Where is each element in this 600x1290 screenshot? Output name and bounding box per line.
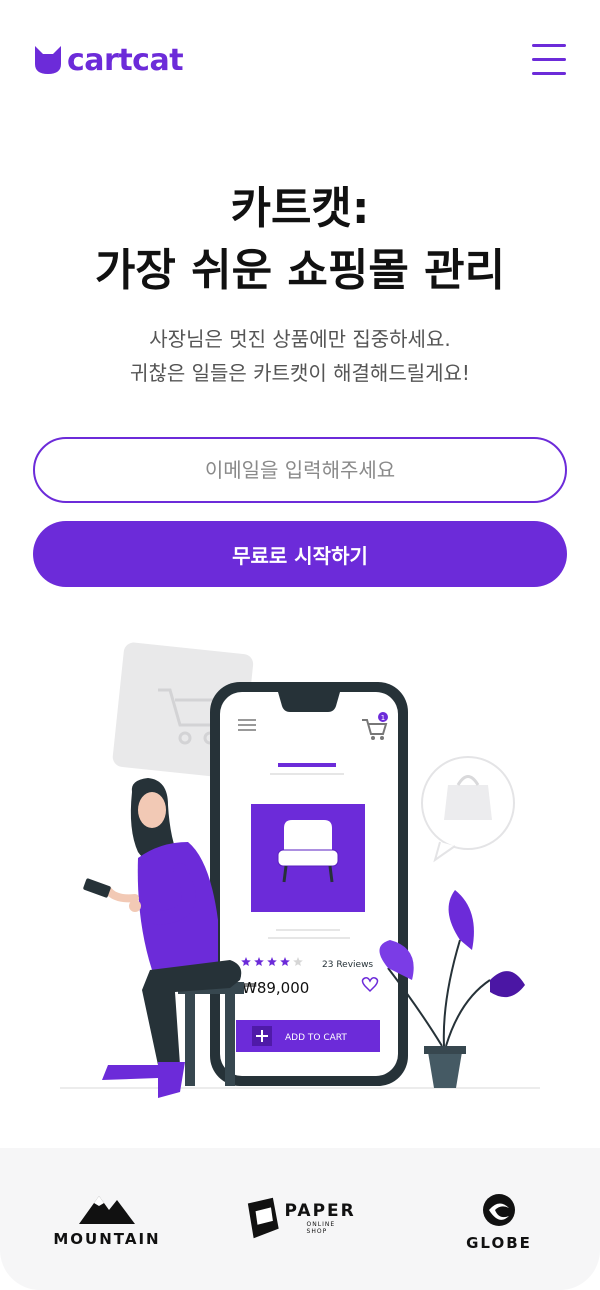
partner-mountain: MOUNTAIN bbox=[50, 1192, 164, 1252]
hero-subtitle-line2: 귀찮은 일들은 카트캣이 해결해드릴게요! bbox=[130, 361, 470, 385]
partner-logos: MOUNTAIN PAPER ONLINE SHOP GLOBE bbox=[0, 1148, 600, 1290]
brand-name: cartcat bbox=[67, 42, 184, 78]
email-input[interactable] bbox=[33, 437, 567, 503]
partner-name-paper: PAPER bbox=[284, 1201, 356, 1221]
partner-name-mountain: MOUNTAIN bbox=[53, 1230, 161, 1248]
phone-mockup: 1 23 Reviews ₩89,000 ADD TO CART bbox=[210, 682, 408, 1086]
add-to-cart-button: ADD TO CART bbox=[236, 1020, 380, 1052]
mountain-logo-icon bbox=[79, 1196, 135, 1224]
hero-subtitle-line1: 사장님은 멋진 상품에만 집중하세요. bbox=[149, 327, 451, 351]
shopping-bag-bubble bbox=[421, 756, 515, 863]
cart-badge: 1 bbox=[381, 714, 385, 722]
header: cartcat bbox=[0, 0, 600, 120]
partner-globe: GLOBE bbox=[462, 1192, 536, 1252]
paper-logo-icon bbox=[247, 1197, 279, 1239]
add-to-cart-label: ADD TO CART bbox=[285, 1033, 347, 1043]
brand-logo[interactable]: cartcat bbox=[33, 40, 184, 80]
cat-logo-icon bbox=[35, 46, 61, 74]
hero-title-line2: 가장 쉬운 쇼핑몰 관리 bbox=[94, 245, 506, 296]
reviews-count: 23 Reviews bbox=[322, 960, 373, 970]
product-price: ₩89,000 bbox=[242, 979, 309, 997]
partner-tagline-paper: ONLINE SHOP bbox=[306, 1221, 336, 1235]
hero-title-line1: 카트캣: bbox=[230, 183, 370, 234]
hamburger-menu-icon[interactable] bbox=[530, 42, 568, 78]
globe-logo-icon bbox=[483, 1194, 515, 1226]
partner-paper: PAPER ONLINE SHOP bbox=[244, 1188, 356, 1248]
partner-name-globe: GLOBE bbox=[466, 1234, 532, 1252]
hero-illustration: 1 23 Reviews ₩89,000 ADD TO CART bbox=[60, 642, 540, 1098]
hero-subtitle: 사장님은 멋진 상품에만 집중하세요. 귀찮은 일들은 카트캣이 해결해드릴게요… bbox=[0, 322, 600, 390]
start-free-button[interactable]: 무료로 시작하기 bbox=[33, 521, 567, 587]
hero-title: 카트캣: 가장 쉬운 쇼핑몰 관리 bbox=[0, 178, 600, 302]
